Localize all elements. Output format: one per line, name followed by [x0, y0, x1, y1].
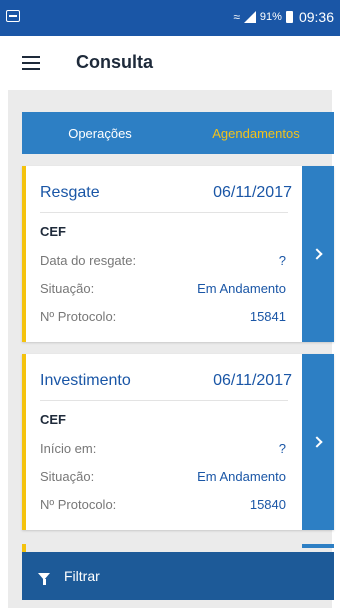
card-header: Resgate 06/11/2017	[40, 184, 292, 213]
filter-button[interactable]: Filtrar	[22, 552, 334, 600]
row-value: Em Andamento	[197, 469, 286, 484]
card-accent-bar	[22, 544, 26, 552]
card-detail-button[interactable]	[302, 354, 334, 530]
tab-agendamentos[interactable]: Agendamentos	[178, 112, 334, 154]
schedule-card[interactable]: Investimento 06/11/2017 CEF Início em: ?…	[22, 354, 334, 530]
chevron-right-icon	[310, 248, 323, 260]
card-row: Data do resgate: ?	[40, 253, 286, 271]
tab-bar: Operações Agendamentos	[22, 112, 334, 154]
card-bank: CEF	[40, 412, 66, 427]
card-accent-bar	[22, 166, 26, 342]
row-value: ?	[278, 253, 286, 268]
schedule-card[interactable]: Resgate 06/11/2017 CEF Data do resgate: …	[22, 166, 334, 342]
status-bar: ≈ 91% 09:36	[0, 0, 340, 36]
content-area: Operações Agendamentos Resgate 06/11/201…	[8, 90, 334, 608]
row-value: 15840	[249, 497, 286, 512]
status-icons: ≈ 91% 09:36	[233, 9, 334, 25]
row-label: Nº Protocolo:	[40, 497, 117, 512]
card-accent-bar	[22, 354, 26, 530]
card-bank: CEF	[40, 224, 66, 239]
row-value: ?	[278, 441, 286, 456]
row-label: Início em:	[40, 441, 97, 456]
card-date: 06/11/2017	[213, 372, 292, 389]
card-type: Investimento	[40, 372, 131, 389]
card-detail-button[interactable]	[302, 166, 334, 342]
signal-icon	[243, 11, 256, 23]
wifi-icon: ≈	[233, 10, 240, 24]
card-type: Resgate	[40, 184, 100, 201]
hamburger-menu-icon[interactable]	[22, 56, 40, 70]
row-label: Situação:	[40, 281, 95, 296]
battery-icon	[285, 11, 293, 23]
card-row: Nº Protocolo: 15841	[40, 309, 286, 327]
card-row: Nº Protocolo: 15840	[40, 497, 286, 515]
row-label: Nº Protocolo:	[40, 309, 117, 324]
tab-operacoes[interactable]: Operações	[22, 112, 178, 154]
card-header: Investimento 06/11/2017	[40, 372, 292, 401]
clock: 09:36	[298, 9, 334, 25]
row-label: Situação:	[40, 469, 95, 484]
card-detail-button	[302, 544, 334, 548]
chevron-right-icon	[310, 436, 323, 448]
filter-icon	[38, 572, 50, 585]
card-date: 06/11/2017	[213, 184, 292, 201]
app-bar: Consulta	[0, 36, 340, 90]
card-row: Situação: Em Andamento	[40, 469, 286, 487]
page-title: Consulta	[76, 52, 154, 72]
row-value: 15841	[249, 309, 286, 324]
filter-label: Filtrar	[64, 568, 100, 584]
row-value: Em Andamento	[197, 281, 286, 296]
battery-percent: 91%	[259, 11, 282, 23]
card-row: Início em: ?	[40, 441, 286, 459]
screenshot-notification-icon	[6, 10, 20, 22]
card-row: Situação: Em Andamento	[40, 281, 286, 299]
row-label: Data do resgate:	[40, 253, 137, 268]
next-card-peek	[22, 544, 334, 552]
